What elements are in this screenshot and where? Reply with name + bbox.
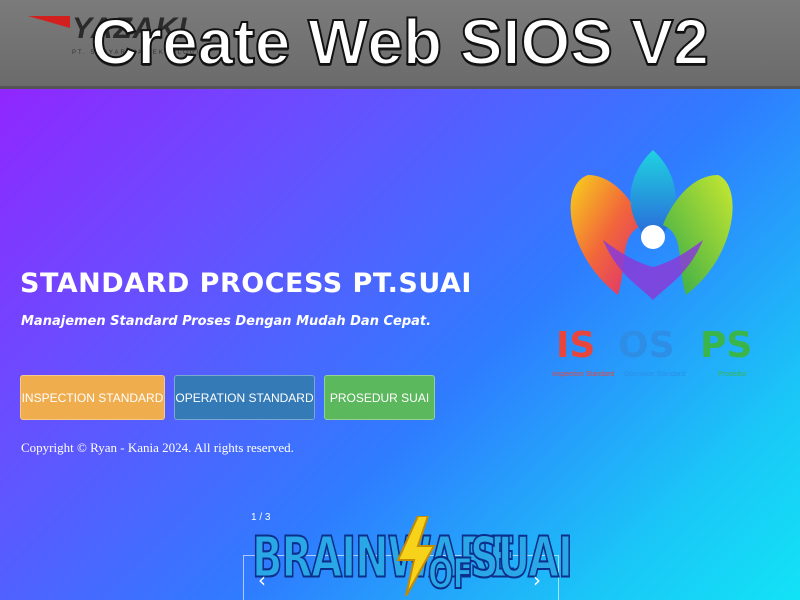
copyright-text: Copyright © Ryan - Kania 2024. All right… <box>21 440 294 455</box>
os-label: OS <box>618 325 675 366</box>
carousel-next-button[interactable]: › <box>533 568 541 592</box>
prosedur-suai-button[interactable]: PROSEDUR SUAI <box>324 375 435 420</box>
slide-word-suai: SUAI <box>469 525 573 592</box>
title-banner: YAZAKI PT. SURYARAYA TEKNOLOGI Create We… <box>0 0 800 89</box>
is-label: IS <box>556 325 596 366</box>
os-caption: Operation Standard <box>624 371 686 378</box>
sios-logo: IS OS PS Inspection Standard Operation S… <box>548 145 778 385</box>
carousel-prev-button[interactable]: ‹ <box>258 568 266 592</box>
slide-word-of: OF <box>427 549 474 600</box>
page: YAZAKI PT. SURYARAYA TEKNOLOGI Create We… <box>0 0 800 600</box>
banner-title: Create Web SIOS V2 <box>90 5 710 79</box>
is-caption: Inspection Standard <box>552 371 615 378</box>
operation-standard-button[interactable]: OPERATION STANDARD <box>174 375 315 420</box>
ps-label: PS <box>700 325 753 366</box>
ps-caption: Prosedur <box>718 371 747 378</box>
sios-labels: IS OS PS Inspection Standard Operation S… <box>548 325 778 385</box>
brainware-slide: BRAINWARE OF SUAI <box>251 516 574 600</box>
page-title: STANDARD PROCESS PT.SUAI <box>20 268 472 299</box>
inspection-standard-button[interactable]: INSPECTION STANDARD <box>20 375 165 420</box>
sios-logo-mark-icon <box>570 150 733 300</box>
page-subtitle: Manajemen Standard Proses Dengan Mudah D… <box>21 314 432 329</box>
